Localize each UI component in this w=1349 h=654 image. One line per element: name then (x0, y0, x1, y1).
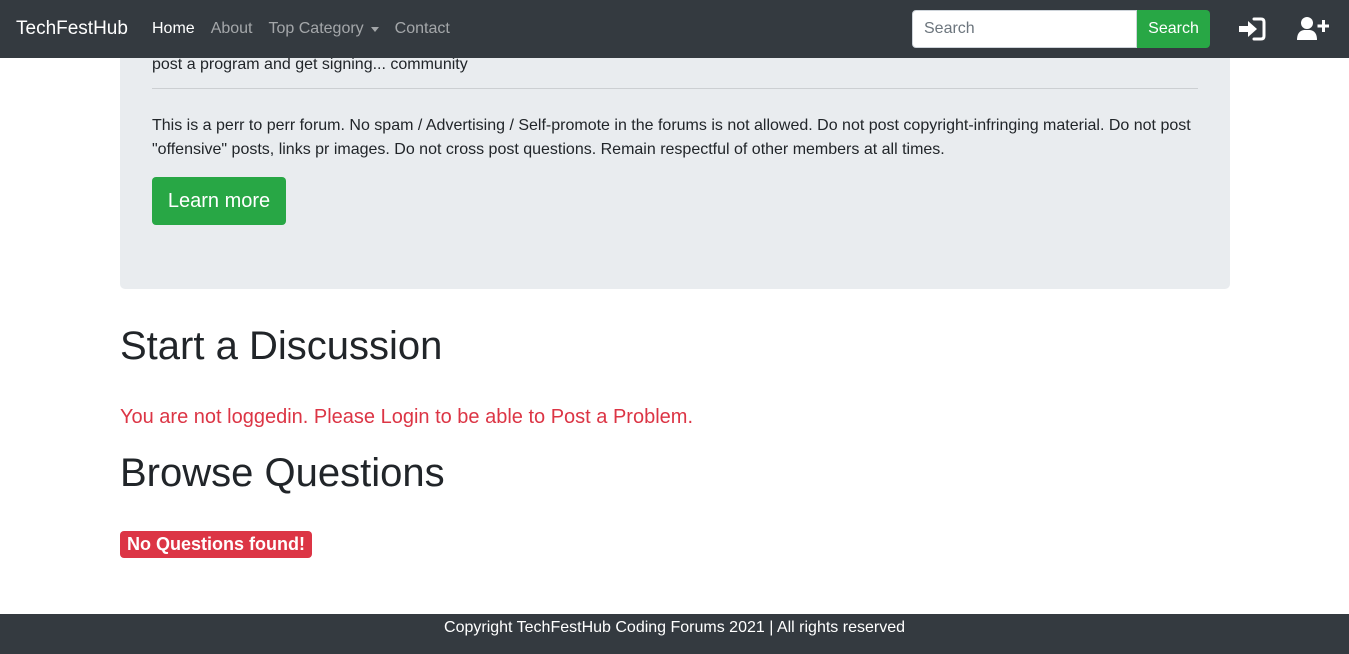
brand-link[interactable]: TechFestHub (16, 18, 128, 40)
nav-top-category-label: Top Category (268, 20, 364, 37)
learn-more-button[interactable]: Learn more (152, 177, 286, 225)
page: post a program and get signing... commun… (0, 0, 1349, 654)
user-plus-icon[interactable] (1297, 16, 1330, 42)
nav-links: Home About Top Category Contact (152, 19, 466, 39)
search-form: Search (912, 10, 1210, 48)
browse-questions-heading: Browse Questions (120, 451, 445, 495)
jumbotron-divider (152, 88, 1198, 89)
nav-top-category-dropdown[interactable]: Top Category (269, 19, 379, 39)
start-discussion-heading: Start a Discussion (120, 324, 443, 368)
nav-about[interactable]: About (211, 19, 253, 39)
nav-contact[interactable]: Contact (395, 19, 450, 39)
navbar: TechFestHub Home About Top Category Cont… (0, 0, 1349, 58)
sign-in-icon[interactable] (1237, 16, 1267, 42)
no-questions-badge: No Questions found! (120, 531, 312, 558)
caret-down-icon (370, 27, 379, 32)
search-button[interactable]: Search (1137, 10, 1210, 48)
footer: Copyright TechFestHub Coding Forums 2021… (0, 614, 1349, 654)
nav-home[interactable]: Home (152, 19, 195, 39)
login-warning: You are not loggedin. Please Login to be… (120, 406, 693, 428)
forum-rules-text: This is a perr to perr forum. No spam / … (152, 117, 1191, 158)
search-input[interactable] (912, 10, 1137, 48)
footer-copyright: Copyright TechFestHub Coding Forums 2021… (444, 619, 905, 636)
